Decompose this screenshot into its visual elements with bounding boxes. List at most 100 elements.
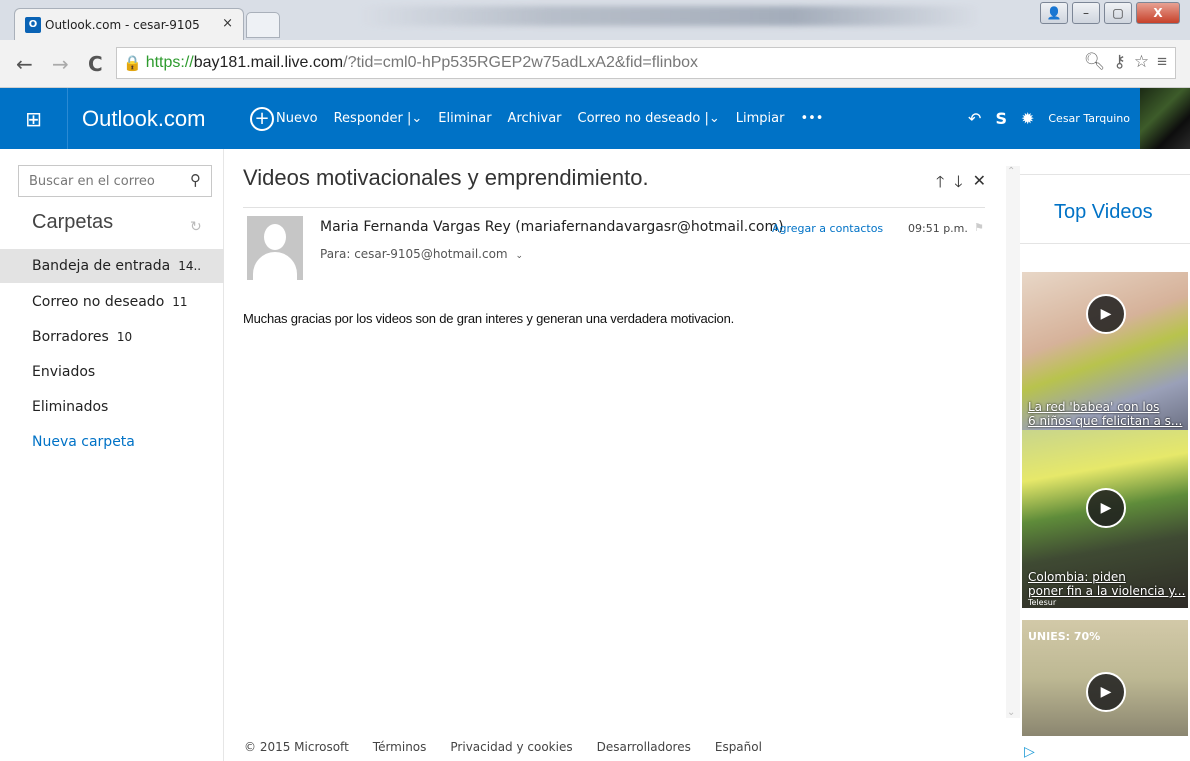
zoom-icon[interactable]: 🔍︎: [1084, 52, 1106, 72]
junk-button[interactable]: Correo no deseado |⌄: [578, 111, 720, 126]
outlook-header: ⊞ Outlook.com + Nuevo Responder |⌄ Elimi…: [0, 88, 1190, 149]
search-placeholder: Buscar en el correo: [29, 173, 155, 189]
address-bar[interactable]: 🔒 https:// bay181.mail.live.com /?tid=cm…: [116, 47, 1176, 79]
close-window-button[interactable]: X: [1136, 2, 1180, 24]
minimize-button[interactable]: –: [1072, 2, 1100, 24]
blurred-window-title: [360, 6, 980, 26]
user-avatar[interactable]: [1140, 88, 1190, 149]
refresh-icon[interactable]: ↻: [190, 219, 202, 235]
sender-avatar-icon: [247, 216, 303, 280]
folder-label: Correo no deseado: [32, 294, 165, 310]
new-label: Nuevo: [276, 111, 318, 126]
message-body: Muchas gracias por los videos son de gra…: [243, 311, 735, 326]
folder-drafts[interactable]: Borradores 10: [0, 320, 224, 354]
play-icon[interactable]: ▶: [1086, 488, 1126, 528]
recipient-line[interactable]: Para: cesar-9105@hotmail.com ⌄: [320, 247, 523, 261]
previous-message-arrow-icon[interactable]: 🡑: [936, 171, 944, 198]
url-scheme: https://: [145, 54, 194, 71]
reply-button[interactable]: Responder |⌄: [334, 111, 423, 126]
flag-icon[interactable]: ⚑: [974, 221, 984, 234]
video-caption[interactable]: La red 'babea' con los 6 niños que felic…: [1028, 400, 1182, 428]
privacy-link[interactable]: Privacidad y cookies: [450, 740, 572, 754]
folder-count: 11: [172, 295, 188, 309]
new-tab-button[interactable]: [246, 12, 280, 38]
bookmark-star-icon[interactable]: ☆: [1134, 52, 1149, 72]
back-arrow-icon[interactable]: ←: [16, 52, 33, 76]
junk-dropdown-chevron-icon[interactable]: |⌄: [700, 111, 719, 126]
url-path: /?tid=cml0-hPp535RGEP2w75adLxA2&fid=flin…: [343, 54, 699, 71]
folder-junk[interactable]: Correo no deseado 11: [0, 285, 224, 319]
outlook-favicon-icon: O: [25, 16, 41, 33]
developers-link[interactable]: Desarrolladores: [597, 740, 691, 754]
reading-pane: Videos motivacionales y emprendimiento. …: [224, 149, 1006, 739]
scroll-down-icon[interactable]: ⌄: [1007, 707, 1015, 718]
new-folder-link[interactable]: Nueva carpeta: [0, 425, 224, 459]
more-commands-button[interactable]: •••: [800, 111, 823, 126]
video-tag: UNIES: 70%: [1028, 630, 1101, 643]
folder-label: Borradores: [32, 329, 109, 345]
folder-count: 10: [116, 330, 133, 344]
reading-scrollbar[interactable]: ⌃ ⌄: [1006, 166, 1020, 718]
close-message-icon[interactable]: ✕: [973, 171, 986, 198]
new-button[interactable]: + Nuevo: [250, 106, 318, 131]
app-launcher-icon[interactable]: ⊞: [0, 88, 68, 149]
clean-button[interactable]: Limpiar: [736, 111, 785, 126]
message-time: 09:51 p.m.: [908, 222, 968, 235]
key-icon[interactable]: ⚷: [1113, 52, 1125, 72]
undo-icon[interactable]: ↶: [968, 109, 981, 128]
sender-name[interactable]: Maria Fernanda Vargas Rey (mariafernanda…: [320, 219, 784, 235]
browser-toolbar: ← → C 🔒 https:// bay181.mail.live.com /?…: [0, 40, 1190, 88]
archive-button[interactable]: Archivar: [508, 111, 562, 126]
folder-inbox[interactable]: Bandeja de entrada 14..: [0, 249, 224, 283]
ad-pane: Top Videos ▶ La red 'babea' con los 6 ni…: [1020, 166, 1190, 761]
message-subject: Videos motivacionales y emprendimiento.: [243, 165, 649, 190]
next-message-arrow-icon[interactable]: 🡓: [954, 171, 962, 198]
browser-tab[interactable]: O Outlook.com - cesar-9105 ×: [14, 8, 244, 40]
tab-title: Outlook.com - cesar-9105: [45, 17, 200, 32]
play-icon[interactable]: ▶: [1086, 294, 1126, 334]
profile-icon[interactable]: 👤: [1040, 2, 1068, 24]
folder-deleted[interactable]: Eliminados: [0, 390, 224, 424]
skype-icon[interactable]: S: [995, 109, 1007, 128]
ad-title: Top Videos: [1054, 201, 1153, 223]
search-input[interactable]: Buscar en el correo ⚲: [18, 165, 212, 197]
delete-button[interactable]: Eliminar: [438, 111, 491, 126]
folder-label: Enviados: [32, 364, 96, 380]
url-host: bay181.mail.live.com: [193, 54, 344, 71]
video-caption[interactable]: Colombia: piden poner fin a la violencia…: [1028, 570, 1185, 598]
reply-label: Responder: [333, 111, 403, 126]
forward-arrow-icon[interactable]: →: [52, 52, 69, 76]
scroll-up-icon[interactable]: ⌃: [1007, 166, 1015, 177]
recipient-text: Para: cesar-9105@hotmail.com: [320, 247, 508, 261]
folders-heading: Carpetas: [32, 211, 114, 233]
video-thumbnail[interactable]: ▶ La red 'babea' con los 6 niños que fel…: [1022, 272, 1188, 450]
lock-icon: 🔒: [123, 55, 142, 72]
folder-sent[interactable]: Enviados: [0, 355, 224, 389]
language-link[interactable]: Español: [715, 740, 762, 754]
play-icon[interactable]: ▶: [1086, 672, 1126, 712]
folder-label: Bandeja de entrada: [32, 258, 171, 274]
ad-choices-icon[interactable]: ▷: [1024, 744, 1035, 760]
add-to-contacts-link[interactable]: Agregar a contactos: [772, 222, 883, 235]
video-thumbnail[interactable]: ▶ Colombia: piden poner fin a la violenc…: [1022, 430, 1188, 608]
outlook-brand[interactable]: Outlook.com: [68, 106, 232, 132]
ad-header: Top Videos: [1020, 174, 1190, 244]
junk-label: Correo no deseado: [577, 111, 701, 126]
plus-circle-icon: +: [250, 106, 274, 131]
video-thumbnail[interactable]: UNIES: 70% ▶: [1022, 620, 1188, 736]
expand-chevron-icon[interactable]: ⌄: [515, 251, 523, 261]
tab-close-icon[interactable]: ×: [222, 16, 233, 31]
browser-tabstrip: O Outlook.com - cesar-9105 × 👤 – ▢ X: [0, 0, 1190, 40]
footer: © 2015 Microsoft Términos Privacidad y c…: [244, 740, 762, 754]
window-controls: 👤 – ▢ X: [1040, 2, 1180, 24]
divider: [243, 207, 985, 208]
menu-icon[interactable]: ≡: [1157, 52, 1167, 72]
settings-gear-icon[interactable]: ✹: [1021, 109, 1034, 128]
reply-dropdown-chevron-icon[interactable]: |⌄: [403, 111, 422, 126]
user-name[interactable]: Cesar Tarquino: [1048, 112, 1130, 125]
terms-link[interactable]: Términos: [373, 740, 427, 754]
search-icon[interactable]: ⚲: [190, 171, 201, 189]
maximize-button[interactable]: ▢: [1104, 2, 1132, 24]
folder-count: 14..: [178, 259, 202, 273]
reload-icon[interactable]: C: [88, 52, 103, 76]
